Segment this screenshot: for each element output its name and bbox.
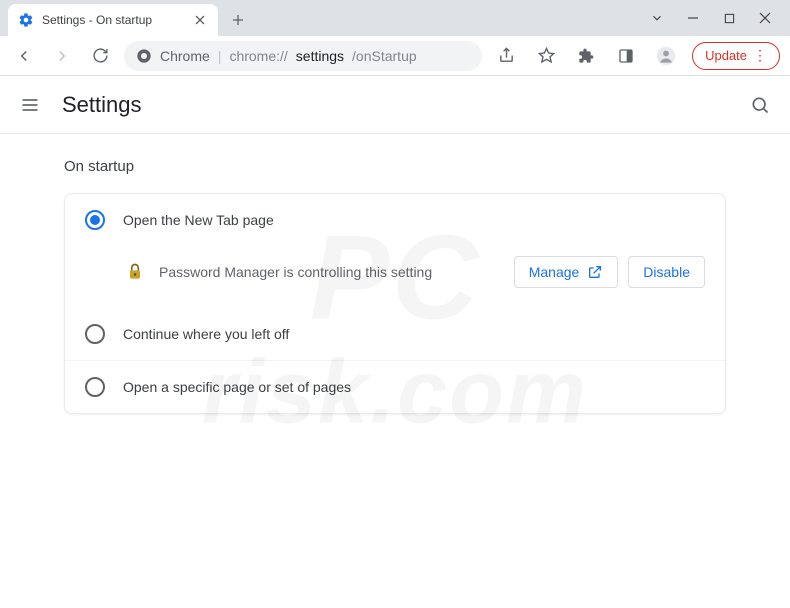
section-title: On startup (64, 158, 726, 175)
option-specific-pages[interactable]: Open a specific page or set of pages (65, 360, 725, 413)
reload-button[interactable] (86, 42, 114, 70)
external-link-icon (587, 264, 603, 280)
back-button[interactable] (10, 42, 38, 70)
extension-controlled-notice: Password Manager is controlling this set… (65, 246, 725, 308)
forward-button[interactable] (48, 42, 76, 70)
page-title: Settings (62, 92, 142, 118)
option-label: Open a specific page or set of pages (123, 379, 351, 395)
startup-options-card: Open the New Tab page Password Manager i… (64, 193, 726, 414)
profile-icon[interactable] (652, 42, 680, 70)
radio-button[interactable] (85, 324, 105, 344)
search-icon[interactable] (748, 93, 772, 117)
bookmark-icon[interactable] (532, 42, 560, 70)
minimize-button[interactable] (684, 9, 702, 27)
new-tab-button[interactable] (224, 6, 252, 34)
menu-dots-icon: ⋮ (753, 47, 767, 64)
browser-toolbar: Chrome | chrome://settings/onStartup Upd… (0, 36, 790, 76)
browser-tab[interactable]: Settings - On startup (8, 4, 218, 36)
window-controls (648, 0, 784, 36)
controlled-message: Password Manager is controlling this set… (159, 264, 432, 280)
radio-button[interactable] (85, 210, 105, 230)
close-window-button[interactable] (756, 9, 774, 27)
option-continue[interactable]: Continue where you left off (65, 308, 725, 360)
settings-content: On startup Open the New Tab page Passwor… (0, 134, 790, 438)
omnibox-host: chrome:// (229, 48, 287, 64)
chevron-down-icon[interactable] (648, 9, 666, 27)
site-info-icon[interactable] (136, 48, 152, 64)
lock-icon (125, 262, 145, 282)
close-tab-icon[interactable] (192, 12, 208, 28)
disable-button[interactable]: Disable (628, 256, 705, 288)
window-titlebar: Settings - On startup (0, 0, 790, 36)
address-bar[interactable]: Chrome | chrome://settings/onStartup (124, 41, 482, 71)
settings-header: Settings (0, 76, 790, 134)
omnibox-path-rest: /onStartup (352, 48, 417, 64)
gear-icon (18, 12, 34, 28)
sidepanel-icon[interactable] (612, 42, 640, 70)
option-open-new-tab[interactable]: Open the New Tab page (65, 194, 725, 246)
tab-title: Settings - On startup (42, 13, 152, 27)
hamburger-menu-icon[interactable] (18, 93, 42, 117)
option-label: Open the New Tab page (123, 212, 274, 228)
omnibox-path-strong: settings (296, 48, 344, 64)
update-button[interactable]: Update ⋮ (692, 42, 780, 70)
manage-button[interactable]: Manage (514, 256, 619, 288)
option-label: Continue where you left off (123, 326, 289, 342)
extensions-icon[interactable] (572, 42, 600, 70)
omnibox-security-label: Chrome (160, 48, 210, 64)
maximize-button[interactable] (720, 9, 738, 27)
share-icon[interactable] (492, 42, 520, 70)
radio-button[interactable] (85, 377, 105, 397)
